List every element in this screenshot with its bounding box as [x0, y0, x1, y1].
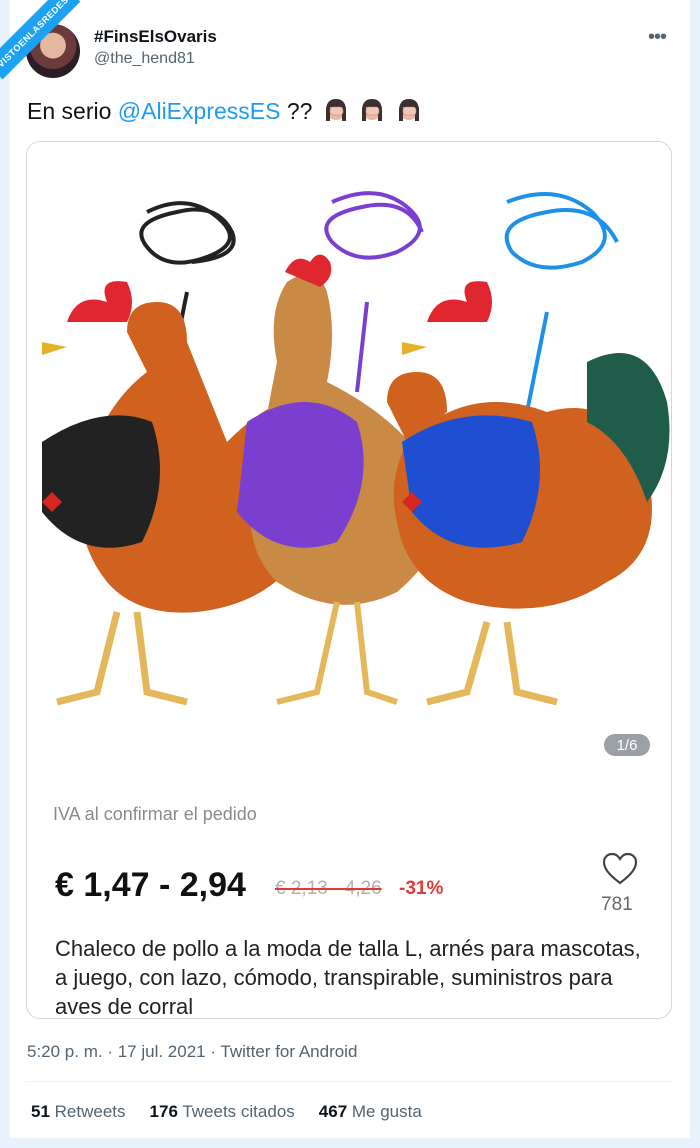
more-options-icon[interactable]: •••	[648, 26, 667, 49]
product-image[interactable]	[27, 142, 672, 782]
divider	[26, 1081, 672, 1082]
retweets-count: 51	[31, 1102, 50, 1121]
likes-count: 467	[318, 1102, 348, 1121]
original-price: € 2,13 - 4,26	[275, 878, 382, 899]
author-display-name[interactable]: #FinsElsOvaris	[94, 27, 217, 47]
woman-facepalming-icon	[362, 99, 383, 121]
quotes-label: Tweets citados	[182, 1102, 295, 1121]
tweet-timestamp[interactable]: 5:20 p. m. · 17 jul. 2021 · Twitter for …	[27, 1042, 357, 1062]
woman-facepalming-icon	[398, 99, 419, 121]
quotes-count: 176	[149, 1102, 178, 1121]
likes-label: Me gusta	[351, 1102, 422, 1121]
tweet-text-suffix: ??	[280, 98, 313, 124]
product-card[interactable]: 1/6 IVA al confirmar el pedido € 1,47 - …	[26, 141, 672, 1019]
product-title[interactable]: Chaleco de pollo a la moda de talla L, a…	[55, 934, 645, 1018]
discount-badge: -31%	[399, 878, 444, 899]
tax-note: IVA al confirmar el pedido	[53, 804, 257, 824]
retweets-label: Retweets	[54, 1102, 126, 1121]
engagement-stats: 51 Retweets 176 Tweets citados 467 Me gu…	[31, 1102, 422, 1122]
heart-icon[interactable]	[602, 852, 638, 886]
tweet-text-prefix: En serio	[27, 98, 118, 124]
price: € 1,47 - 2,94	[55, 866, 246, 904]
retweets-stat[interactable]: 51 Retweets	[31, 1102, 126, 1122]
image-page-indicator: 1/6	[604, 734, 650, 756]
quote-tweets-stat[interactable]: 176 Tweets citados	[150, 1102, 295, 1122]
mention-link[interactable]: @AliExpressES	[118, 98, 281, 124]
author-handle[interactable]: @the_hend81	[94, 50, 195, 68]
tweet-text: En serio @AliExpressES ??	[27, 97, 422, 125]
woman-facepalming-icon	[325, 99, 346, 121]
wishlist-count: 781	[601, 894, 633, 915]
likes-stat[interactable]: 467 Me gusta	[319, 1102, 422, 1122]
